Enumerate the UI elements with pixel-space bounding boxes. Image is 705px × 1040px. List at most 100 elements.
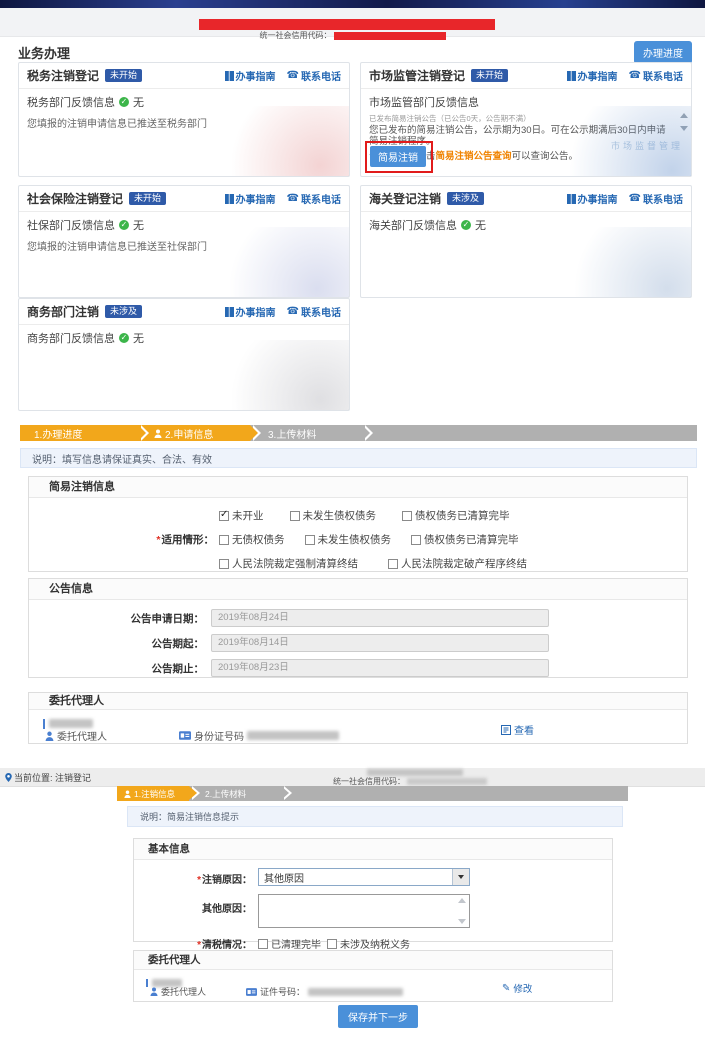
section-announcement-info: 公告信息 公告申请日期： 2019年08月24日 公告期起： 2019年08月1… xyxy=(28,578,688,678)
card-tax-deregistration: 税务注销登记 未开始 办事指南 ☎联系电话 税务部门反馈信息 无 您填报的注销申… xyxy=(18,62,350,177)
phone-link[interactable]: ☎联系电话 xyxy=(629,68,683,83)
edit-link[interactable]: ✎ 修改 xyxy=(502,981,532,995)
company-name-redacted xyxy=(199,19,495,30)
card-title: 海关登记注销 xyxy=(369,190,441,207)
feedback-value: 无 xyxy=(133,330,144,346)
feedback-value: 无 xyxy=(133,94,144,110)
section-title: 委托代理人 xyxy=(134,951,612,970)
scroll-down-icon[interactable] xyxy=(458,919,466,924)
card-market-deregistration: 市场监管注销登记 未开始 办事指南 ☎联系电话 市场监管部门反馈信息 已发布简易… xyxy=(360,62,692,177)
phone-icon: ☎ xyxy=(287,307,299,317)
checkbox-row: 无债权债务 未发生债权债务 债权债务已清算完毕 xyxy=(219,532,519,547)
guide-link-label: 办事指南 xyxy=(236,304,276,319)
card-header: 海关登记注销 未涉及 办事指南 ☎联系电话 xyxy=(361,186,691,212)
company-name-redacted xyxy=(367,769,463,776)
feedback-value: 无 xyxy=(133,217,144,233)
phone-icon: ☎ xyxy=(287,71,299,81)
checkbox-no-debt-occurred[interactable]: 未发生债权债务 xyxy=(305,532,392,547)
watermark-text: 市场监督管理 xyxy=(611,139,683,152)
card-scrollbar xyxy=(680,113,688,131)
guide-link-label: 办事指南 xyxy=(236,68,276,83)
phone-link[interactable]: ☎联系电话 xyxy=(629,191,683,206)
phone-link[interactable]: ☎联系电话 xyxy=(287,191,341,206)
dropdown-arrow-icon xyxy=(452,869,469,885)
checkbox-no-debt[interactable]: 无债权债务 xyxy=(219,532,285,547)
scroll-up-icon[interactable] xyxy=(680,113,688,118)
guide-book-icon xyxy=(225,71,234,81)
breadcrumb-label: 当前位置: 注销登记 xyxy=(14,771,91,784)
checkbox-not-opened[interactable]: 未开业 xyxy=(219,508,264,523)
step-upload: 2.上传材料 xyxy=(189,786,281,801)
header-band: 统一社会信用代码： xyxy=(0,8,705,37)
simple-deregistration-button[interactable]: 简易注销 xyxy=(370,146,426,167)
checkbox-icon xyxy=(219,535,229,545)
guide-link[interactable]: 办事指南 xyxy=(225,191,276,206)
agent-role: 委托代理人 xyxy=(150,985,206,998)
checkbox-label: 未涉及纳税义务 xyxy=(340,936,410,951)
checkbox-tax-cleared[interactable]: 已清理完毕 xyxy=(258,936,321,951)
page: 统一社会信用代码： 业务办理 办理进度 税务注销登记 未开始 办事指南 ☎联系电… xyxy=(0,0,705,1040)
guide-link-label: 办事指南 xyxy=(236,191,276,206)
phone-link[interactable]: ☎联系电话 xyxy=(287,304,341,319)
guide-link[interactable]: 办事指南 xyxy=(567,68,618,83)
guide-link[interactable]: 办事指南 xyxy=(567,191,618,206)
edit-link-label: 修改 xyxy=(513,981,532,995)
card-title: 商务部门注销 xyxy=(27,303,99,320)
card-body: 海关部门反馈信息 无 xyxy=(361,212,691,297)
phone-link[interactable]: ☎联系电话 xyxy=(287,68,341,83)
idcard-icon xyxy=(179,731,191,740)
card-body: 商务部门反馈信息 无 xyxy=(19,325,349,410)
agent-id-label: 证件号码： xyxy=(260,985,305,998)
checkbox-debt-settled[interactable]: 债权债务已清算完毕 xyxy=(411,532,519,547)
checkbox-row: 人民法院裁定强制清算终结 人民法院裁定破产程序终结 xyxy=(219,556,527,571)
save-next-button[interactable]: 保存并下一步 xyxy=(338,1005,418,1028)
checkbox-icon xyxy=(290,511,300,521)
guide-link[interactable]: 办事指南 xyxy=(225,68,276,83)
check-circle-icon xyxy=(119,333,129,343)
section-simple-cancel-info: 简易注销信息 未开业 未发生债权债务 债权债务已清算完毕 *适用情形： 无债权债… xyxy=(28,476,688,572)
checkbox-court-bankruptcy[interactable]: 人民法院裁定破产程序终结 xyxy=(388,556,527,571)
situation-label: *适用情形： xyxy=(29,532,214,547)
feedback-line: 税务部门反馈信息 无 xyxy=(27,94,341,110)
step-cancel-info: 1.注销信息 xyxy=(117,786,189,801)
section-agent: 委托代理人 委托代理人 证件号码： ✎ 修改 xyxy=(133,950,613,1002)
tip-post: 可以查询公告。 xyxy=(512,151,579,162)
checkbox-row: 已清理完毕 未涉及纳税义务 xyxy=(258,936,410,951)
page-title: 业务办理 xyxy=(18,43,70,62)
person-icon xyxy=(150,987,158,996)
card-title: 市场监管注销登记 xyxy=(369,67,465,84)
field-label: 注销原因： xyxy=(202,875,252,886)
checkbox-debt-settled[interactable]: 债权债务已清算完毕 xyxy=(402,508,510,523)
reason-select[interactable]: 其他原因 xyxy=(258,868,470,886)
scroll-up-icon[interactable] xyxy=(458,898,466,903)
checkbox-label: 未发生债权债务 xyxy=(303,508,377,523)
checkbox-icon xyxy=(219,559,229,569)
view-link[interactable]: 查看 xyxy=(501,722,534,737)
checkbox-label: 未开业 xyxy=(232,508,264,523)
phone-link-label: 联系电话 xyxy=(643,191,683,206)
section-title: 基本信息 xyxy=(134,839,612,860)
checkbox-icon xyxy=(305,535,315,545)
feedback-label: 商务部门反馈信息 xyxy=(27,330,115,346)
credit-code-label: 统一社会信用代码： xyxy=(333,777,405,786)
section-agent: 委托代理人 委托代理人 身份证号码 查看 xyxy=(28,692,688,744)
checkbox-icon xyxy=(327,939,337,949)
checkbox-label: 无债权债务 xyxy=(232,532,285,547)
card-decorative-image xyxy=(189,340,349,410)
status-badge: 未开始 xyxy=(471,69,508,82)
card-commerce-deregistration: 商务部门注销 未涉及 办事指南 ☎联系电话 商务部门反馈信息 无 xyxy=(18,298,350,411)
guide-link[interactable]: 办事指南 xyxy=(225,304,276,319)
person-icon xyxy=(45,731,54,741)
checkbox-label: 债权债务已清算完毕 xyxy=(415,508,510,523)
checkbox-no-debt-occurred[interactable]: 未发生债权债务 xyxy=(290,508,377,523)
announcement-query-link[interactable]: 简易注销公告查询 xyxy=(436,151,512,162)
feedback-line: 海关部门反馈信息 无 xyxy=(369,217,683,233)
checkbox-no-tax-obligation[interactable]: 未涉及纳税义务 xyxy=(327,936,410,951)
scroll-down-icon[interactable] xyxy=(680,126,688,131)
other-reason-textarea[interactable] xyxy=(258,894,470,928)
step-label: 1.注销信息 xyxy=(134,788,175,800)
card-body: 社保部门反馈信息 无 您填报的注销申请信息已推送至社保部门 xyxy=(19,212,349,297)
progress-button[interactable]: 办理进度 xyxy=(634,41,692,64)
checkbox-court-liquidation[interactable]: 人民法院裁定强制清算终结 xyxy=(219,556,358,571)
phone-icon: ☎ xyxy=(287,194,299,204)
